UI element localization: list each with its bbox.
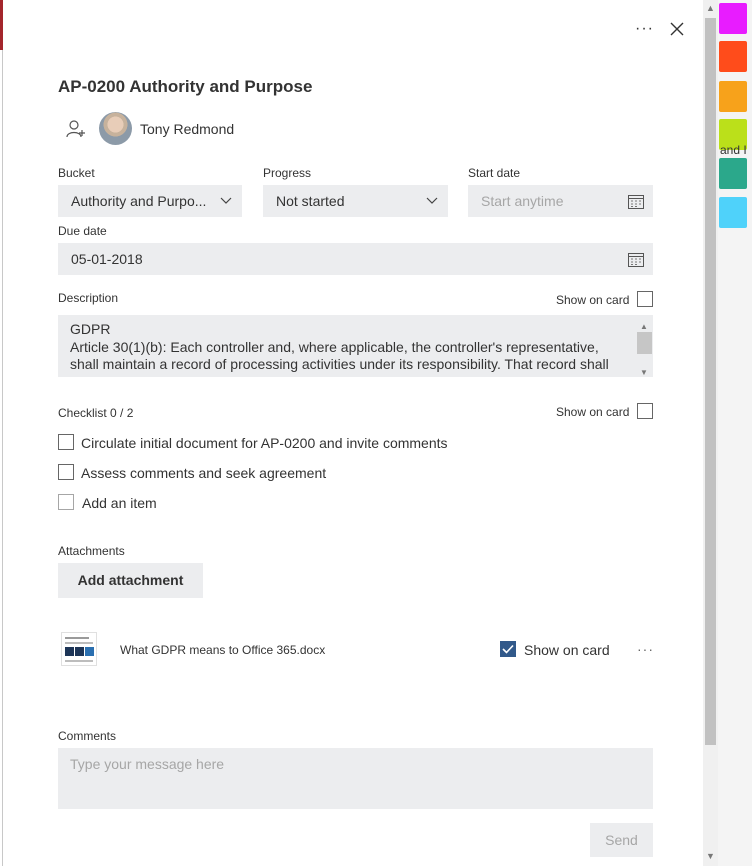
- bucket-value: Authority and Purpo...: [71, 193, 207, 209]
- due-date-value: 05-01-2018: [71, 251, 143, 267]
- checklist-item[interactable]: Assess comments and seek agreement: [81, 465, 326, 481]
- label-swatch-green: [719, 158, 747, 189]
- calendar-icon[interactable]: [628, 194, 644, 209]
- attachment-more-options-button[interactable]: ···: [637, 641, 654, 657]
- description-textarea[interactable]: GDPR Article 30(1)(b): Each controller a…: [58, 315, 653, 377]
- description-scroll-thumb[interactable]: [637, 332, 652, 354]
- checkmark-icon: [502, 644, 514, 654]
- close-icon[interactable]: [669, 21, 685, 37]
- assign-user-icon[interactable]: [66, 120, 86, 138]
- progress-dropdown[interactable]: Not started: [263, 185, 448, 217]
- progress-value: Not started: [276, 193, 345, 209]
- comment-input[interactable]: Type your message here: [58, 748, 653, 809]
- assignee-name: Tony Redmond: [140, 121, 235, 137]
- attachment-show-on-card-checkbox[interactable]: [500, 641, 516, 657]
- add-checklist-item-input[interactable]: Add an item: [82, 495, 157, 511]
- add-item-checkbox: [58, 494, 74, 510]
- dialog-scrollbar[interactable]: ▲ ▼: [703, 0, 718, 866]
- label-swatch-orange: [719, 81, 747, 112]
- description-show-on-card-checkbox[interactable]: [637, 291, 653, 307]
- send-button[interactable]: Send: [590, 823, 653, 857]
- start-date-placeholder: Start anytime: [481, 193, 564, 209]
- attachment-thumbnail[interactable]: [61, 632, 97, 666]
- add-attachment-button[interactable]: Add attachment: [58, 563, 203, 598]
- background-text: and I: [720, 143, 747, 157]
- comments-label: Comments: [58, 729, 117, 743]
- background-label-palette: and I: [718, 0, 752, 866]
- task-title[interactable]: AP-0200 Authority and Purpose: [58, 77, 312, 97]
- scroll-down-arrow-icon[interactable]: ▼: [706, 852, 715, 861]
- bucket-label: Bucket: [58, 166, 95, 180]
- attachments-label: Attachments: [58, 544, 125, 558]
- chevron-down-icon: [220, 197, 232, 204]
- description-show-on-card-label: Show on card: [556, 293, 630, 307]
- label-swatch-blue: [719, 197, 747, 228]
- description-line: Article 30(1)(b): Each controller and, w…: [70, 338, 609, 373]
- chevron-down-icon: [426, 197, 438, 204]
- due-date-label: Due date: [58, 224, 107, 238]
- calendar-icon[interactable]: [628, 252, 644, 267]
- label-swatch-red: [719, 41, 747, 72]
- checklist-show-on-card-label: Show on card: [556, 405, 630, 419]
- description-label: Description: [58, 291, 119, 305]
- checklist-item-checkbox[interactable]: [58, 464, 74, 480]
- due-date-field[interactable]: 05-01-2018: [58, 243, 653, 275]
- label-swatch-pink: [719, 3, 747, 34]
- scroll-down-arrow-icon[interactable]: ▼: [640, 364, 648, 377]
- avatar[interactable]: [99, 112, 132, 145]
- description-line: GDPR: [70, 321, 111, 337]
- attachment-file-name[interactable]: What GDPR means to Office 365.docx: [120, 643, 325, 657]
- more-options-button[interactable]: ···: [635, 20, 654, 38]
- dialog-scroll-thumb[interactable]: [705, 18, 716, 745]
- checklist-label: Checklist 0 / 2: [58, 406, 134, 420]
- checklist-item[interactable]: Circulate initial document for AP-0200 a…: [81, 435, 448, 451]
- progress-label: Progress: [263, 166, 312, 180]
- description-scrollbar[interactable]: ▲ ▼: [636, 315, 653, 377]
- checklist-show-on-card-checkbox[interactable]: [637, 403, 653, 419]
- task-details-dialog: ··· AP-0200 Authority and Purpose Tony R…: [3, 0, 703, 866]
- start-date-label: Start date: [468, 166, 521, 180]
- checklist-item-checkbox[interactable]: [58, 434, 74, 450]
- scroll-up-arrow-icon[interactable]: ▲: [706, 4, 715, 13]
- attachment-show-on-card-label: Show on card: [524, 642, 610, 658]
- bucket-dropdown[interactable]: Authority and Purpo...: [58, 185, 242, 217]
- start-date-field[interactable]: Start anytime: [468, 185, 653, 217]
